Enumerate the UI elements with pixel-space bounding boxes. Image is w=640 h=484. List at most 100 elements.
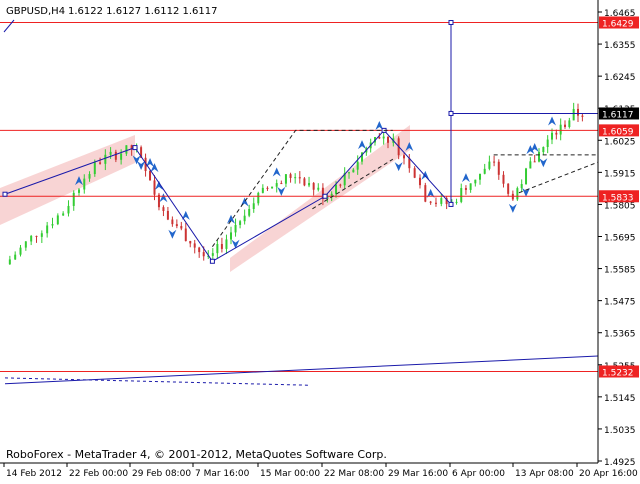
watermark: RoboForex - MetaTrader 4, © 2001-2012, M… xyxy=(6,448,387,461)
y-tick-label: 1.5475 xyxy=(604,298,636,308)
x-tick-label: 22 Mar 08:00 xyxy=(324,469,384,479)
candle-body xyxy=(99,162,102,164)
candle-body xyxy=(153,180,156,195)
candle-body xyxy=(202,252,205,257)
y-tick-label: 1.6355 xyxy=(604,41,636,51)
candle-body xyxy=(248,208,251,216)
candle-body xyxy=(303,178,306,186)
candle-body xyxy=(162,207,165,211)
candle-body xyxy=(35,235,38,237)
candle-body xyxy=(339,184,342,186)
candle-body xyxy=(551,132,554,140)
candle-body xyxy=(572,108,575,121)
y-tick-label: 1.5585 xyxy=(604,266,636,276)
candle-body xyxy=(455,201,458,203)
candle-body xyxy=(175,224,178,227)
x-tick-label: 20 Apr 16:00 xyxy=(579,469,638,479)
x-tick-label: 29 Mar 16:00 xyxy=(388,469,448,479)
projection-node xyxy=(448,201,454,207)
x-tick-label: 7 Mar 16:00 xyxy=(195,469,250,479)
candle-body xyxy=(387,136,389,143)
candle-body xyxy=(56,215,59,225)
candle-body xyxy=(198,247,201,253)
candle-body xyxy=(120,153,123,160)
candle-body xyxy=(483,168,486,174)
candle-body xyxy=(424,185,427,202)
candle-body xyxy=(402,155,405,159)
candle-body xyxy=(559,124,562,135)
projection-node xyxy=(448,110,454,116)
candle-body xyxy=(189,241,192,244)
candle-body xyxy=(72,192,75,206)
candle-body xyxy=(464,188,467,190)
candle-body xyxy=(460,188,463,202)
candle-body xyxy=(538,152,541,162)
candle-body xyxy=(109,151,112,155)
candle-body xyxy=(434,202,437,204)
candle-body xyxy=(51,224,54,226)
candle-body xyxy=(542,147,545,153)
candle-body xyxy=(14,254,17,260)
price-level-label: 1.5232 xyxy=(602,368,634,378)
candle-body xyxy=(193,243,196,248)
projection-node xyxy=(132,145,138,151)
candle-body xyxy=(234,224,237,233)
candle-body xyxy=(429,201,432,203)
candle-body xyxy=(568,120,571,127)
candle-body xyxy=(298,177,301,179)
candle-body xyxy=(243,215,246,222)
y-tick-label: 1.6245 xyxy=(604,73,636,83)
price-level-label: 1.5833 xyxy=(602,193,634,203)
candle-body xyxy=(284,174,287,184)
y-tick-label: 1.5365 xyxy=(604,330,636,340)
candle-body xyxy=(46,225,49,234)
candle-body xyxy=(62,213,65,216)
candle-body xyxy=(8,259,11,265)
candle-body xyxy=(19,247,22,255)
candle-body xyxy=(166,210,169,220)
x-tick-label: 14 Feb 2012 xyxy=(6,469,62,479)
candle-body xyxy=(171,219,174,225)
y-tick-label: 1.4925 xyxy=(604,458,636,468)
ohlc-label: 1.6122 1.6127 1.6112 1.6117 xyxy=(68,6,218,17)
candle-body xyxy=(546,139,549,148)
candle-body xyxy=(275,183,278,187)
candle-body xyxy=(525,168,528,185)
candle-body xyxy=(211,253,214,256)
candle-body xyxy=(220,244,223,249)
candle-body xyxy=(67,205,70,214)
candle-body xyxy=(533,161,536,163)
candle-body xyxy=(30,235,33,242)
candle-body xyxy=(93,162,96,175)
candle-body xyxy=(502,174,505,184)
y-tick-label: 1.5035 xyxy=(604,426,636,436)
candle-body xyxy=(474,179,477,184)
x-tick-label: 29 Feb 08:00 xyxy=(132,469,191,479)
candle-body xyxy=(289,174,292,178)
candle-body xyxy=(520,184,523,189)
candle-body xyxy=(577,108,579,116)
chart-svg: 1.64651.63551.62451.61351.60251.59151.58… xyxy=(0,0,640,480)
candle-body xyxy=(312,183,315,190)
candle-body xyxy=(488,161,491,169)
candle-body xyxy=(78,189,81,193)
candle-body xyxy=(356,161,359,170)
candle-body xyxy=(257,192,260,204)
candle-body xyxy=(382,136,385,139)
candle-body xyxy=(418,177,421,186)
candle-body xyxy=(440,198,443,204)
price-level-label: 1.6059 xyxy=(602,127,634,137)
candle-body xyxy=(230,232,232,240)
candle-body xyxy=(125,145,128,154)
x-tick-label: 6 Apr 00:00 xyxy=(452,469,505,479)
candle-body xyxy=(294,177,297,179)
candle-body xyxy=(348,172,351,174)
candle-body xyxy=(149,171,152,181)
projection-node xyxy=(2,191,8,197)
x-tick-label: 13 Apr 08:00 xyxy=(515,469,574,479)
candle-body xyxy=(555,132,558,135)
candle-body xyxy=(252,203,255,209)
candle-body xyxy=(225,239,228,249)
projection-node xyxy=(322,193,328,199)
candle-body xyxy=(88,174,91,179)
